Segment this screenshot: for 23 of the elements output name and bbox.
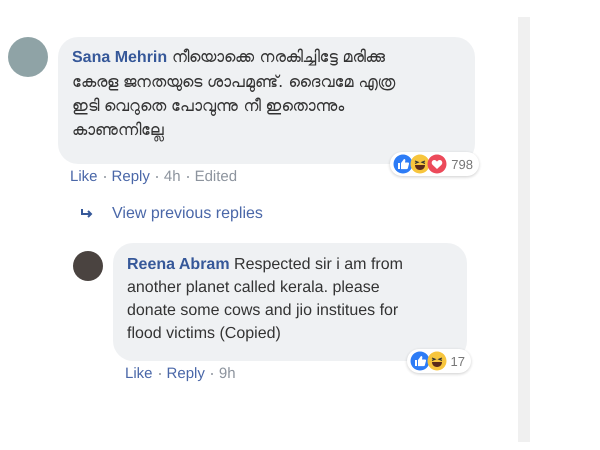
thumbs-up-icon — [410, 351, 430, 371]
laughing-face-icon — [426, 351, 447, 371]
separator-dot — [158, 372, 161, 374]
comment-text: Reena Abram Respected sir i am from another planet called kerala. please donate some cows and jio institues for flood victims (Copied) — [127, 255, 404, 344]
comment-text: Sana Mehrin നീയൊക്കെ നരകിച്ചിട്ടേ മരിക്കു കേരള ജനതയുടെ ശാപമുണ്ട്. ദൈവമേ എത്ര ഇടി വെറുതെ പോവുന്നു നീ ഇതൊന്നും കാണുന്നില്ലേ — [72, 45, 417, 142]
reaction-summary[interactable]: 17 — [406, 349, 471, 373]
laughing-face-icon — [410, 154, 430, 174]
reply-arrow-icon — [80, 208, 94, 220]
separator-dot — [156, 176, 158, 178]
edited-label[interactable]: Edited — [194, 168, 238, 185]
comment-action-link[interactable]: Reply — [166, 365, 205, 382]
separator-dot — [210, 372, 213, 374]
avatar-placeholder[interactable] — [73, 251, 103, 281]
comment-time[interactable]: 9h — [218, 365, 236, 382]
comment-action-link[interactable]: Reply — [112, 168, 150, 185]
reaction-summary[interactable]: 798 — [390, 152, 479, 176]
view-previous-replies-link[interactable]: View previous replies — [112, 205, 263, 223]
separator-dot — [186, 176, 189, 178]
comment-time[interactable]: 4h — [164, 168, 181, 185]
comment-action-link[interactable]: Like — [70, 168, 98, 185]
separator-dot — [104, 176, 106, 178]
comment-action-link[interactable]: Like — [125, 365, 153, 382]
thumbs-up-icon — [393, 154, 414, 174]
